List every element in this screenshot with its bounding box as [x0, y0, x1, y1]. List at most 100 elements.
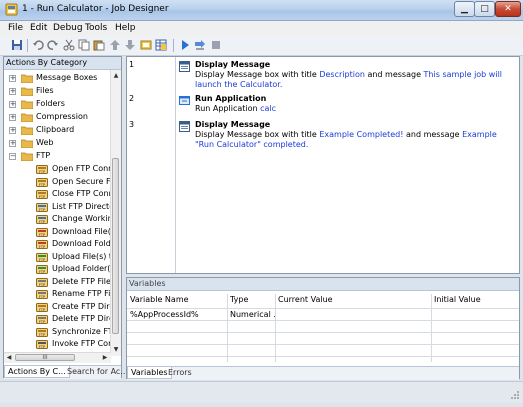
- vertical-scrollbar[interactable]: ▲ ▼: [110, 70, 121, 356]
- tree-item-action[interactable]: FTP Synchronize FTP: [4, 326, 111, 339]
- tree-item-category[interactable]: + Message Boxes: [4, 72, 111, 85]
- application-icon: [179, 96, 190, 105]
- column-header[interactable]: Type: [227, 294, 275, 308]
- menu-debug[interactable]: Debug: [53, 23, 83, 33]
- step-number-gutter: [127, 57, 176, 273]
- tree-item-category[interactable]: + Compression: [4, 111, 111, 124]
- horizontal-scrollbar[interactable]: ◀ III ▶: [4, 352, 111, 363]
- tree-item-action[interactable]: FTP Delete FTP File: [4, 276, 111, 289]
- menu-edit[interactable]: Edit: [30, 23, 47, 33]
- tree-item-label: Open Secure FTF: [52, 176, 111, 186]
- table-cell[interactable]: %AppProcessId%: [127, 310, 227, 321]
- tree-item-category[interactable]: + Folders: [4, 98, 111, 111]
- column-header[interactable]: Variable Name: [127, 294, 227, 308]
- table-cell[interactable]: [431, 310, 519, 321]
- row-divider: [127, 332, 519, 333]
- menu-help[interactable]: Help: [115, 23, 136, 33]
- expand-icon[interactable]: +: [9, 114, 16, 121]
- step-description: Run Application calc: [195, 104, 513, 114]
- expand-icon[interactable]: +: [9, 88, 16, 95]
- svg-text:FTP: FTP: [39, 170, 45, 174]
- tree-item-action[interactable]: FTP Rename FTP File: [4, 288, 111, 301]
- panel-header: Variables: [127, 278, 519, 291]
- tree-item-action[interactable]: FTP Upload Folder(s) t: [4, 263, 111, 276]
- resize-grip-icon[interactable]: [511, 391, 520, 400]
- scroll-thumb[interactable]: [112, 158, 119, 334]
- tree-item-action[interactable]: FTP Close FTP Conne: [4, 188, 111, 201]
- expand-icon[interactable]: +: [9, 127, 16, 134]
- tree-item-action[interactable]: FTP Create FTP Direct: [4, 301, 111, 314]
- column-header[interactable]: Current Value: [275, 294, 431, 308]
- undo-icon[interactable]: [32, 39, 44, 51]
- tree-item-label: Synchronize FTP: [52, 326, 111, 336]
- tree-item-action[interactable]: FTP Download Folder(: [4, 238, 111, 251]
- redo-icon[interactable]: [47, 39, 59, 51]
- column-header[interactable]: Initial Value: [431, 294, 519, 308]
- tree-item-category[interactable]: + Clipboard: [4, 124, 111, 137]
- move-up-icon[interactable]: [109, 39, 121, 51]
- tree-item-category[interactable]: − FTP: [4, 150, 111, 163]
- tree-item-label: Rename FTP File: [52, 289, 111, 298]
- scroll-up-icon[interactable]: ▲: [111, 71, 121, 81]
- app-icon: [5, 3, 18, 16]
- description-text: Display Message box with title: [195, 130, 320, 139]
- tree-item-category[interactable]: + Web: [4, 137, 111, 150]
- cut-icon[interactable]: [63, 39, 75, 51]
- variables-grid-icon[interactable]: [155, 39, 167, 51]
- tree-item-action[interactable]: FTP Download File(s) f: [4, 226, 111, 239]
- ftp-action-icon: FTP: [36, 302, 48, 312]
- run-icon[interactable]: [179, 39, 191, 51]
- toolbar: [0, 36, 523, 56]
- expand-icon[interactable]: +: [9, 140, 16, 147]
- scroll-thumb[interactable]: III: [15, 354, 75, 361]
- tab-search-actions[interactable]: Search for Ac...: [64, 366, 131, 378]
- menu-tools[interactable]: Tools: [85, 23, 107, 33]
- table-cell[interactable]: Numerical ...: [227, 310, 275, 321]
- table-cell[interactable]: [275, 310, 431, 321]
- minimize-icon: ▁: [461, 4, 468, 14]
- minimize-button[interactable]: ▁: [454, 1, 475, 17]
- save-icon[interactable]: [11, 39, 23, 51]
- step-number: 3: [129, 120, 135, 129]
- close-button[interactable]: ✕: [495, 1, 521, 17]
- toolbar-separator: [27, 39, 28, 52]
- ftp-action-icon: FTP: [36, 327, 48, 337]
- folder-icon: [21, 100, 33, 109]
- maximize-button[interactable]: □: [474, 1, 495, 17]
- title-bar[interactable]: 1 - Run Calculator - Job Designer ▁ □ ✕: [0, 0, 523, 21]
- scroll-down-icon[interactable]: ▼: [111, 345, 121, 355]
- ftp-action-icon: FTP: [36, 340, 48, 349]
- svg-text:FTP: FTP: [39, 320, 45, 324]
- tree-item-action[interactable]: FTP Invoke FTP Comn: [4, 338, 111, 351]
- tree-item-action[interactable]: FTP Change Working: [4, 213, 111, 226]
- scroll-right-icon[interactable]: ▶: [100, 353, 110, 363]
- scroll-left-icon[interactable]: ◀: [4, 353, 14, 363]
- tree-item-category[interactable]: + Files: [4, 85, 111, 98]
- column-divider: [227, 294, 228, 362]
- step-icon[interactable]: [194, 39, 206, 51]
- description-text: Display Message box with title: [195, 70, 320, 79]
- tree-item-action[interactable]: FTP Open FTP Conne: [4, 163, 111, 176]
- tree-item-label: Delete FTP Direct: [52, 314, 111, 323]
- svg-text:FTP: FTP: [39, 195, 45, 199]
- menu-file[interactable]: File: [8, 23, 23, 33]
- tree-item-action[interactable]: FTP Delete FTP Direct: [4, 313, 111, 326]
- stop-icon[interactable]: [210, 39, 222, 51]
- tree-item-label: List FTP Directory: [52, 201, 111, 211]
- collapse-icon[interactable]: −: [9, 153, 16, 160]
- column-divider: [431, 294, 432, 362]
- variables-icon[interactable]: [140, 39, 152, 51]
- tree-item-action[interactable]: FTP Upload File(s) to F: [4, 251, 111, 264]
- expand-icon[interactable]: +: [9, 101, 16, 108]
- tab-actions-by-category[interactable]: Actions By C...: [4, 366, 70, 378]
- expand-icon[interactable]: +: [9, 75, 16, 82]
- paste-icon[interactable]: [93, 39, 105, 51]
- header-divider: [127, 308, 519, 309]
- tree-item-label: Open FTP Conne: [52, 164, 111, 173]
- tree-item-action[interactable]: FTP List FTP Directory: [4, 201, 111, 214]
- copy-icon[interactable]: [78, 39, 90, 51]
- tab-errors[interactable]: Errors: [165, 367, 195, 379]
- job-steps-panel: 1 Display Message Display Message box with…: [126, 56, 520, 274]
- tree-item-action[interactable]: FTP Open Secure FTF: [4, 176, 111, 189]
- move-down-icon[interactable]: [124, 39, 136, 51]
